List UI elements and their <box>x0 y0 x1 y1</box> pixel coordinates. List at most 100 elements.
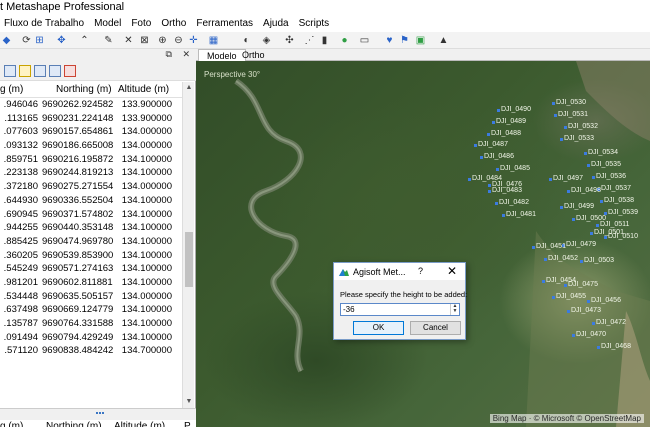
table-row[interactable]: .135787 9690764.331588 134.100000 <box>0 317 182 331</box>
scroll-up-icon[interactable]: ▲ <box>183 82 195 94</box>
zoom-in-icon[interactable]: ⊕ <box>156 34 169 47</box>
move-icon[interactable]: ✥ <box>55 34 68 47</box>
edit-reference-icon[interactable] <box>19 65 31 77</box>
camera-label[interactable]: DJI_0489 <box>492 118 526 125</box>
camera-label[interactable]: DJI_0503 <box>580 257 614 264</box>
camera-label[interactable]: DJI_0533 <box>560 135 594 142</box>
camera-label[interactable]: DJI_0498 <box>567 187 601 194</box>
table-scrollbar[interactable]: ▲ ▼ <box>182 82 194 408</box>
table-row[interactable]: .885425 9690474.969780 134.100000 <box>0 235 182 249</box>
table-row[interactable]: .372180 9690275.271554 134.000000 <box>0 180 182 194</box>
camera-label[interactable]: DJI_0532 <box>564 123 598 130</box>
camera-label[interactable]: DJI_0452 <box>544 255 578 262</box>
globe-icon[interactable]: ● <box>338 34 351 47</box>
camera-label[interactable]: DJI_0497 <box>549 175 583 182</box>
cancel-button[interactable]: Cancel <box>410 321 461 335</box>
table-row[interactable]: .223138 9690244.819213 134.100000 <box>0 166 182 180</box>
table-row[interactable]: .637498 9690669.124779 134.100000 <box>0 303 182 317</box>
table-row[interactable]: .360205 9690539.853900 134.100000 <box>0 249 182 263</box>
table-row[interactable]: .545249 9690571.274163 134.100000 <box>0 262 182 276</box>
tie-points-icon[interactable]: ⋰ <box>303 34 316 47</box>
table-row[interactable]: .571120 9690838.484242 134.700000 <box>0 344 182 358</box>
table-row[interactable]: .113165 9690231.224148 133.900000 <box>0 112 182 126</box>
splitter-grip[interactable] <box>96 412 104 417</box>
reset-view-icon[interactable]: ✛ <box>187 34 200 47</box>
camera-label[interactable]: DJI_0468 <box>597 343 631 350</box>
camera-label[interactable]: DJI_0456 <box>587 297 621 304</box>
grid-view-icon[interactable]: ▦ <box>207 34 220 47</box>
float-panel-icon[interactable]: ⧉ <box>166 49 172 59</box>
col-altitude-2[interactable]: Altitude (m) <box>112 420 184 427</box>
camera-label[interactable]: DJI_0473 <box>567 307 601 314</box>
camera-label[interactable]: DJI_0501 <box>590 229 624 236</box>
model-view[interactable]: Perspective 30° DJI_0490 DJI_0530 DJI_0489… <box>196 61 650 427</box>
camera-label[interactable]: DJI_0479 <box>562 241 596 248</box>
menu-model[interactable]: Model <box>90 16 127 32</box>
camera-label[interactable]: DJI_0487 <box>474 141 508 148</box>
menu-photo[interactable]: Foto <box>127 16 157 32</box>
camera-label[interactable]: DJI_0511 <box>595 221 629 228</box>
pencil-icon[interactable]: ✎ <box>102 34 115 47</box>
table-row[interactable]: .946046 9690262.924582 133.900000 <box>0 98 182 112</box>
camera-label[interactable]: DJI_0481 <box>502 211 536 218</box>
orthophoto-icon[interactable]: ▣ <box>414 34 427 47</box>
point-cloud-icon[interactable]: ✣ <box>283 34 296 47</box>
table-row[interactable]: .981201 9690602.811881 134.100000 <box>0 276 182 290</box>
camera-label[interactable]: DJI_0490 <box>497 106 531 113</box>
table-row[interactable]: .644930 9690336.552504 134.100000 <box>0 194 182 208</box>
camera-label[interactable]: DJI_0537 <box>597 185 631 192</box>
camera-label[interactable]: DJI_0455 <box>552 293 586 300</box>
camera-label[interactable]: DJI_0470 <box>572 331 606 338</box>
map-layer-icon[interactable]: ▭ <box>358 34 371 47</box>
scroll-thumb[interactable] <box>185 232 193 287</box>
table-row[interactable]: .944255 9690440.353148 134.100000 <box>0 221 182 235</box>
layers-icon[interactable]: ▮ <box>318 34 331 47</box>
menu-ortho[interactable]: Ortho <box>157 16 192 32</box>
spin-arrows-icon[interactable]: ▲ ▼ <box>450 304 459 315</box>
camera-label[interactable]: DJI_0500 <box>572 215 606 222</box>
camera-label[interactable]: DJI_0535 <box>587 161 621 168</box>
menu-tools[interactable]: Ferramentas <box>192 16 259 32</box>
help-icon[interactable]: ? <box>418 266 423 276</box>
camera-label[interactable]: DJI_0451 <box>532 243 566 250</box>
terrain-icon[interactable]: ▲ <box>437 34 450 47</box>
import-icon[interactable] <box>4 65 16 77</box>
camera-label[interactable]: DJI_0483 <box>488 187 522 194</box>
menu-scripts[interactable]: Scripts <box>295 16 336 32</box>
ok-button[interactable]: OK <box>353 321 404 335</box>
export-icon[interactable] <box>34 65 46 77</box>
shading-icon[interactable]: ◐ <box>240 34 253 47</box>
zoom-out-icon[interactable]: ⊖ <box>172 34 185 47</box>
table-row[interactable]: .077603 9690157.654861 134.000000 <box>0 125 182 139</box>
selection-icon[interactable]: ⊞ <box>33 34 46 47</box>
col-p[interactable]: P <box>184 420 194 427</box>
camera-label[interactable]: DJI_0475 <box>564 281 598 288</box>
scroll-down-icon[interactable]: ▼ <box>183 396 195 408</box>
table-row[interactable]: .534448 9690635.505157 134.000000 <box>0 290 182 304</box>
flag-icon[interactable]: ⚑ <box>398 34 411 47</box>
camera-label[interactable]: DJI_0476 <box>488 181 522 188</box>
ruler-icon[interactable]: ⌃ <box>78 34 91 47</box>
panel-splitter[interactable] <box>0 408 196 420</box>
tab-ortho[interactable]: Ortho <box>234 49 273 61</box>
table-row[interactable]: .690945 9690371.574802 134.100000 <box>0 208 182 222</box>
navigation-icon[interactable]: ◆ <box>0 34 13 47</box>
camera-label[interactable]: DJI_0530 <box>552 99 586 106</box>
table-row[interactable]: .093132 9690186.665008 134.000000 <box>0 139 182 153</box>
camera-label[interactable]: DJI_0539 <box>604 209 638 216</box>
menu-workflow[interactable]: Fluxo de Trabalho <box>0 16 90 32</box>
close-icon[interactable]: ✕ <box>447 264 457 278</box>
table-row[interactable]: .859751 9690216.195872 134.100000 <box>0 153 182 167</box>
camera-label[interactable]: DJI_0538 <box>600 197 634 204</box>
menu-help[interactable]: Ajuda <box>259 16 295 32</box>
delete-icon[interactable]: ✕ <box>122 34 135 47</box>
camera-label[interactable]: DJI_0485 <box>496 165 530 172</box>
height-spinbox[interactable]: -36 ▲ ▼ <box>340 303 460 316</box>
texture-icon[interactable]: ◈ <box>260 34 273 47</box>
col-easting-2[interactable]: g (m) <box>0 420 42 427</box>
settings-icon[interactable] <box>64 65 76 77</box>
camera-label[interactable]: DJI_0488 <box>487 130 521 137</box>
camera-label[interactable]: DJI_0486 <box>480 153 514 160</box>
close-panel-icon[interactable]: ✕ <box>182 49 190 59</box>
col-easting[interactable]: g (m) <box>0 82 42 97</box>
